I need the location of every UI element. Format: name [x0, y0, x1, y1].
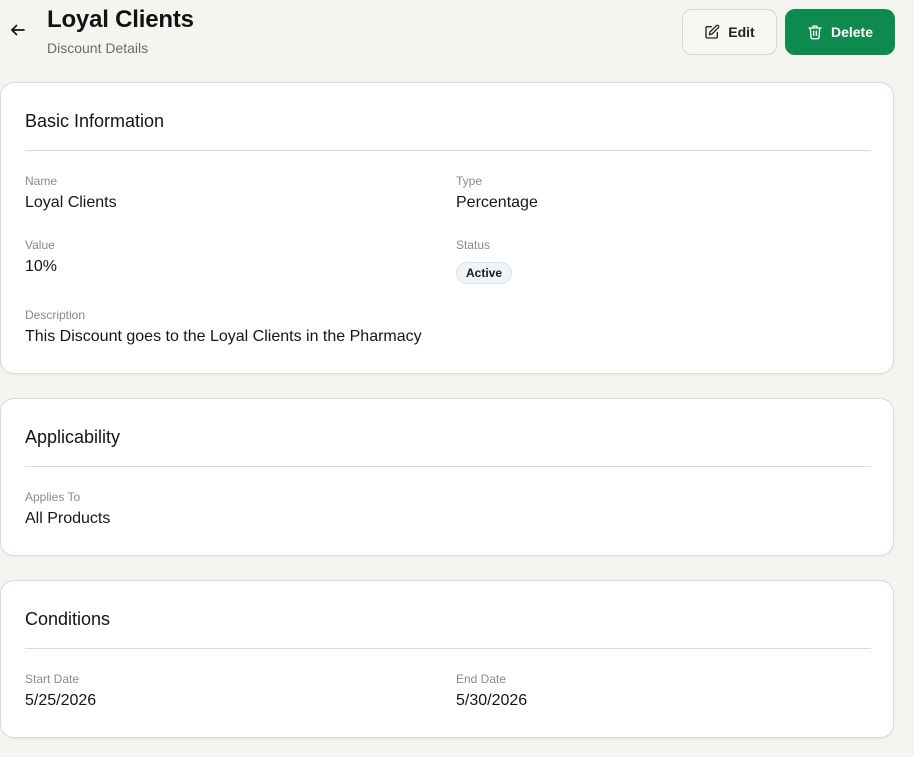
conditions-card: Conditions Start Date 5/25/2026 End Date…: [0, 580, 894, 738]
page-title: Loyal Clients: [47, 6, 194, 33]
status-label: Status: [456, 238, 491, 252]
delete-button-label: Delete: [830, 24, 874, 40]
conditions-heading: Conditions: [25, 609, 111, 629]
type-label: Type: [456, 174, 483, 188]
applicability-card: Applicability Applies To All Products: [0, 398, 894, 556]
start-date-value: 5/25/2026: [25, 692, 97, 709]
value-value: 10%: [25, 258, 58, 275]
end-date-value: 5/30/2026: [456, 692, 528, 709]
conditions-divider: [25, 648, 871, 649]
delete-button[interactable]: Delete: [785, 9, 895, 55]
type-value: Percentage: [456, 194, 538, 211]
edit-button-label: Edit: [728, 24, 755, 40]
name-value: Loyal Clients: [25, 194, 117, 211]
page-subtitle: Discount Details: [47, 40, 149, 56]
arrow-left-icon: [9, 21, 27, 44]
description-label: Description: [25, 308, 86, 322]
back-button[interactable]: [6, 20, 30, 44]
value-label: Value: [25, 238, 55, 252]
trash-icon: [807, 24, 823, 40]
description-value: This Discount goes to the Loyal Clients …: [25, 328, 422, 345]
start-date-label: Start Date: [25, 672, 80, 686]
basic-information-divider: [25, 150, 871, 151]
name-label: Name: [25, 174, 58, 188]
basic-information-heading: Basic Information: [25, 111, 165, 131]
applicability-heading: Applicability: [25, 427, 121, 447]
applies-to-label: Applies To: [25, 490, 81, 504]
pencil-square-icon: [704, 24, 720, 40]
applicability-divider: [25, 466, 871, 467]
basic-information-card: Basic Information Name Loyal Clients Typ…: [0, 82, 894, 374]
status-badge: Active: [456, 262, 513, 284]
end-date-label: End Date: [456, 672, 507, 686]
edit-button[interactable]: Edit: [682, 9, 777, 55]
applies-to-value: All Products: [25, 510, 111, 527]
